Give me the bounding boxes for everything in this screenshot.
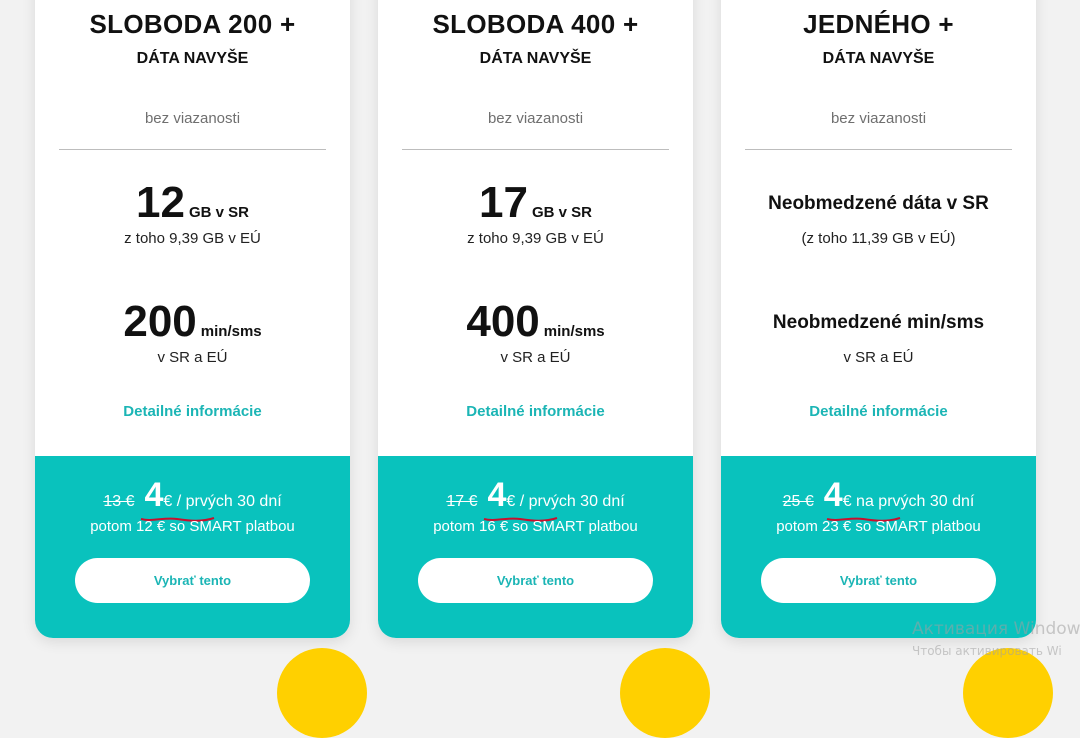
plan-title: JEDNÉHO + bbox=[803, 9, 954, 39]
commitment-text: bez viazanosti bbox=[487, 110, 584, 127]
data-allowance: 12 GB v SR bbox=[35, 178, 350, 228]
minutes-unit: min/sms bbox=[543, 323, 605, 340]
data-amount: 12 bbox=[136, 178, 185, 227]
old-price: 13 € bbox=[103, 493, 135, 510]
promo-price: 4 bbox=[487, 476, 507, 514]
price-line: 17 € 4€ / prvých 30 dní bbox=[378, 476, 693, 515]
unlimited-data: Neobmedzené dáta v SR bbox=[768, 193, 989, 214]
plan-card-sloboda-400: SLOBODA 400 + DÁTA NAVYŠE bez viazanosti… bbox=[378, 0, 693, 638]
select-plan-button[interactable]: Vybrať tento bbox=[75, 558, 310, 603]
yellow-circle-decoration bbox=[963, 648, 1053, 738]
after-promo-price: potom 16 € so SMART platbou bbox=[433, 518, 638, 535]
detail-info-link[interactable]: Detailné informácie bbox=[35, 403, 350, 420]
price-period: € / prvých 30 dní bbox=[163, 493, 282, 510]
minutes-region: v SR a EÚ bbox=[157, 349, 228, 366]
select-plan-button[interactable]: Vybrať tento bbox=[761, 558, 996, 603]
plan-title: SLOBODA 200 + bbox=[89, 9, 296, 39]
plan-title: SLOBODA 400 + bbox=[432, 9, 639, 39]
divider bbox=[59, 149, 326, 150]
minutes-region: v SR a EÚ bbox=[843, 349, 914, 366]
minutes-region: v SR a EÚ bbox=[500, 349, 571, 366]
yellow-circle-decoration bbox=[277, 648, 367, 738]
unlimited-minutes: Neobmedzené min/sms bbox=[772, 312, 985, 333]
old-price: 17 € bbox=[446, 493, 478, 510]
plan-subtitle: DÁTA NAVYŠE bbox=[822, 50, 935, 67]
data-eu-note: (z toho 11,39 GB v EÚ) bbox=[801, 230, 956, 247]
old-price: 25 € bbox=[782, 493, 814, 510]
price-period: € / prvých 30 dní bbox=[506, 493, 625, 510]
price-section: 25 € 4€ na prvých 30 dní potom 23 € so SM… bbox=[721, 456, 1036, 638]
activation-watermark-text: Чтобы активировать Wi bbox=[912, 644, 1062, 658]
minutes-allowance: 400 min/sms bbox=[378, 297, 693, 347]
commitment-text: bez viazanosti bbox=[144, 110, 241, 127]
data-unit: GB v SR bbox=[531, 204, 592, 221]
yellow-circle-decoration bbox=[620, 648, 710, 738]
divider bbox=[402, 149, 669, 150]
data-amount: 17 bbox=[479, 178, 528, 227]
detail-info-link[interactable]: Detailné informácie bbox=[721, 403, 1036, 420]
minutes-amount: 200 bbox=[123, 297, 197, 346]
data-allowance: 17 GB v SR bbox=[378, 178, 693, 228]
divider bbox=[745, 149, 1012, 150]
data-eu-note: z toho 9,39 GB v EÚ bbox=[124, 230, 261, 247]
price-line: 25 € 4€ na prvých 30 dní bbox=[721, 476, 1036, 515]
after-promo-price: potom 23 € so SMART platbou bbox=[776, 518, 981, 535]
promo-price: 4 bbox=[144, 476, 164, 514]
plan-card-jedneho: JEDNÉHO + DÁTA NAVYŠE bez viazanosti Neo… bbox=[721, 0, 1036, 638]
select-plan-button[interactable]: Vybrať tento bbox=[418, 558, 653, 603]
minutes-allowance: 200 min/sms bbox=[35, 297, 350, 347]
after-promo-price: potom 12 € so SMART platbou bbox=[90, 518, 295, 535]
plan-subtitle: DÁTA NAVYŠE bbox=[136, 50, 249, 67]
price-section: 13 € 4€ / prvých 30 dní potom 12 € so SMA… bbox=[35, 456, 350, 638]
minutes-unit: min/sms bbox=[200, 323, 262, 340]
plan-subtitle: DÁTA NAVYŠE bbox=[479, 50, 592, 67]
plan-card-sloboda-200: SLOBODA 200 + DÁTA NAVYŠE bez viazanosti… bbox=[35, 0, 350, 638]
detail-info-link[interactable]: Detailné informácie bbox=[378, 403, 693, 420]
minutes-amount: 400 bbox=[466, 297, 540, 346]
price-section: 17 € 4€ / prvých 30 dní potom 16 € so SMA… bbox=[378, 456, 693, 638]
price-line: 13 € 4€ / prvých 30 dní bbox=[35, 476, 350, 515]
commitment-text: bez viazanosti bbox=[830, 110, 927, 127]
data-eu-note: z toho 9,39 GB v EÚ bbox=[467, 230, 604, 247]
promo-price: 4 bbox=[823, 476, 843, 514]
data-unit: GB v SR bbox=[188, 204, 249, 221]
price-period: € na prvých 30 dní bbox=[842, 493, 975, 510]
activation-watermark-title: Активация Window bbox=[912, 619, 1080, 639]
